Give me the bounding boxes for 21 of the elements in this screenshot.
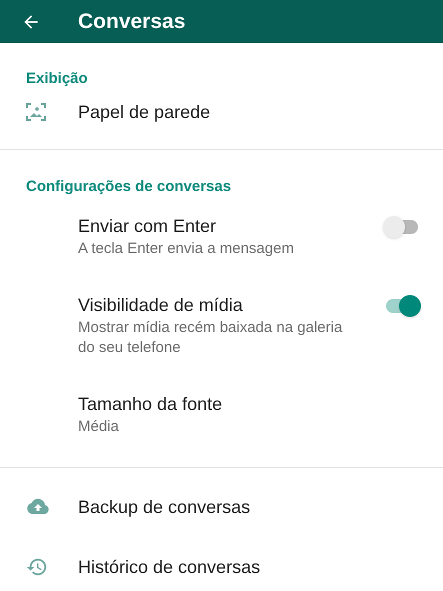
- item-subtitle: Mostrar mídia recém baixada na galeria do seu telefone: [78, 318, 344, 358]
- settings-item[interactable]: Enviar com Enter A tecla Enter envia a mensagem: [0, 197, 443, 276]
- section-heading: Configurações de conversas: [26, 177, 232, 197]
- history-icon: [26, 556, 48, 578]
- settings-item[interactable]: Backup de conversas: [0, 477, 443, 537]
- image-frame-icon: [26, 102, 46, 122]
- item-subtitle: A tecla Enter envia a mensagem: [78, 239, 295, 259]
- item-title: Histórico de conversas: [78, 556, 260, 579]
- item-title: Backup de conversas: [78, 496, 250, 519]
- item-subtitle: Média: [78, 417, 120, 437]
- settings-item[interactable]: Visibilidade de mídia Mostrar mídia recém baixada na galeria do seu telefone: [0, 276, 443, 375]
- section-heading: Exibição: [26, 69, 88, 89]
- item-title: Tamanho da fonte: [78, 393, 224, 416]
- settings-item[interactable]: Histórico de conversas: [0, 537, 443, 591]
- item-title: Visibilidade de mídia: [78, 294, 244, 317]
- settings-item[interactable]: Papel de parede: [0, 90, 443, 134]
- item-title: Enviar com Enter: [78, 215, 218, 238]
- cloud-upload-icon: [26, 498, 50, 516]
- screen-title: Conversas: [78, 8, 186, 35]
- item-title: Papel de parede: [78, 101, 210, 124]
- settings-item[interactable]: Tamanho da fonte Média: [0, 375, 443, 454]
